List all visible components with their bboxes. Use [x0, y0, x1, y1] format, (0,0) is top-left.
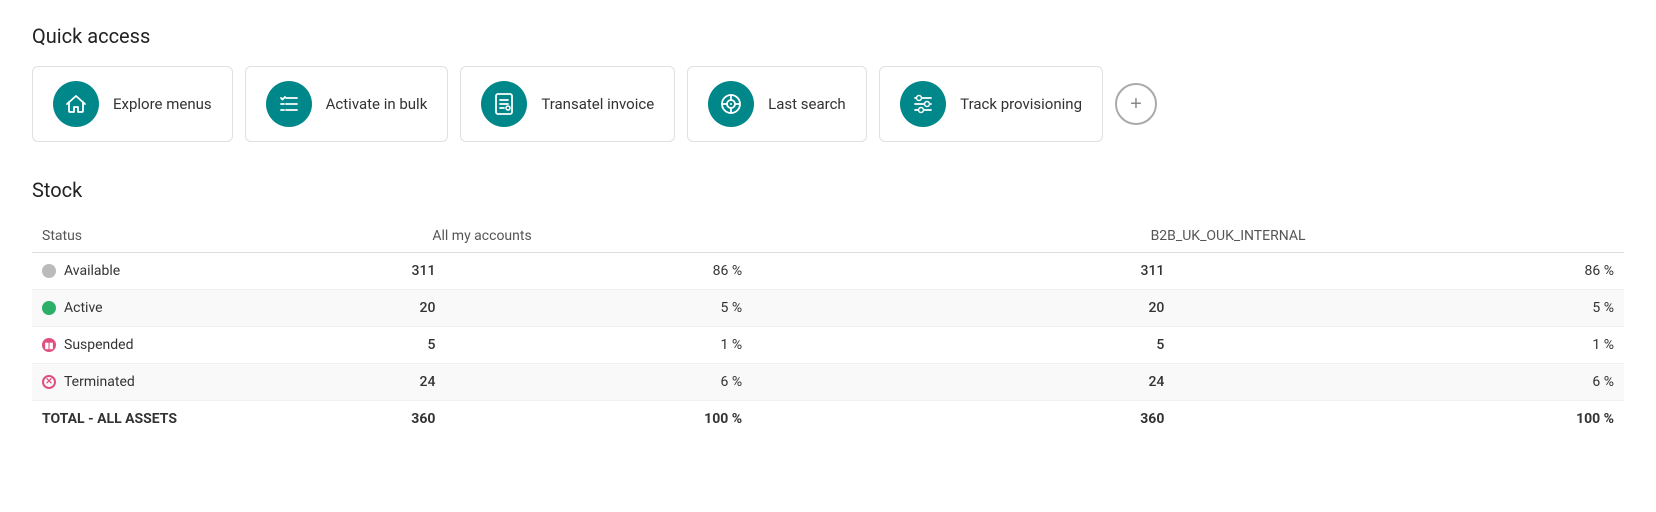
suspended-num2: 5 [832, 327, 1174, 364]
total-pct1: 100 % [445, 401, 752, 438]
card-track-provisioning-label: Track provisioning [960, 95, 1082, 113]
available-num2: 311 [832, 253, 1174, 290]
active-pct2: 5 % [1174, 290, 1624, 327]
terminated-num2: 24 [832, 364, 1174, 401]
status-dot-active [42, 301, 56, 315]
available-pct2: 86 % [1174, 253, 1624, 290]
status-dot-available [42, 264, 56, 278]
quick-access-title: Quick access [32, 24, 1624, 48]
status-cell-available: Available [32, 253, 212, 290]
terminated-pct2: 6 % [1174, 364, 1624, 401]
card-explore-menus[interactable]: Explore menus [32, 66, 233, 142]
total-pct2: 100 % [1174, 401, 1624, 438]
active-pct1: 5 % [445, 290, 752, 327]
table-row: Available 311 86 % 311 86 % [32, 253, 1624, 290]
quick-access-bar: Explore menus Activate in bulk [32, 66, 1624, 142]
card-last-search[interactable]: Last search [687, 66, 867, 142]
table-row: ✕ Terminated 24 6 % 24 6 % [32, 364, 1624, 401]
total-label: TOTAL - ALL ASSETS [32, 401, 212, 438]
suspended-pct2: 1 % [1174, 327, 1624, 364]
table-row: Active 20 5 % 20 5 % [32, 290, 1624, 327]
col-header-all-accounts: All my accounts [212, 220, 752, 253]
card-explore-menus-label: Explore menus [113, 95, 212, 113]
status-dot-terminated: ✕ [42, 375, 56, 389]
card-transatel-invoice[interactable]: Transatel invoice [460, 66, 675, 142]
total-num2: 360 [832, 401, 1174, 438]
total-row: TOTAL - ALL ASSETS 360 100 % 360 100 % [32, 401, 1624, 438]
terminated-num1: 24 [212, 364, 445, 401]
card-activate-bulk[interactable]: Activate in bulk [245, 66, 449, 142]
status-cell-terminated: ✕ Terminated [32, 364, 212, 401]
suspended-num1: 5 [212, 327, 445, 364]
status-dot-suspended: ▮▮ [42, 338, 56, 352]
status-cell-suspended: ▮▮ Suspended [32, 327, 212, 364]
col-header-status: Status [32, 220, 212, 253]
available-pct1: 86 % [445, 253, 752, 290]
table-row: ▮▮ Suspended 5 1 % 5 1 % [32, 327, 1624, 364]
stock-table: Status All my accounts B2B_UK_OUK_INTERN… [32, 220, 1624, 437]
suspended-pct1: 1 % [445, 327, 752, 364]
card-last-search-label: Last search [768, 95, 846, 113]
col-header-b2b: B2B_UK_OUK_INTERNAL [832, 220, 1624, 253]
list-check-icon [266, 81, 312, 127]
total-num1: 360 [212, 401, 445, 438]
invoice-icon [481, 81, 527, 127]
add-quick-access-button[interactable]: + [1115, 83, 1157, 125]
card-track-provisioning[interactable]: Track provisioning [879, 66, 1103, 142]
network-icon [708, 81, 754, 127]
card-activate-bulk-label: Activate in bulk [326, 95, 428, 113]
card-transatel-invoice-label: Transatel invoice [541, 95, 654, 113]
terminated-pct1: 6 % [445, 364, 752, 401]
stock-title: Stock [32, 178, 1624, 202]
sliders-icon [900, 81, 946, 127]
home-icon [53, 81, 99, 127]
active-num2: 20 [832, 290, 1174, 327]
status-cell-active: Active [32, 290, 212, 327]
stock-section: Stock Status All my accounts B2B_UK_OUK_… [32, 178, 1624, 437]
active-num1: 20 [212, 290, 445, 327]
available-num1: 311 [212, 253, 445, 290]
